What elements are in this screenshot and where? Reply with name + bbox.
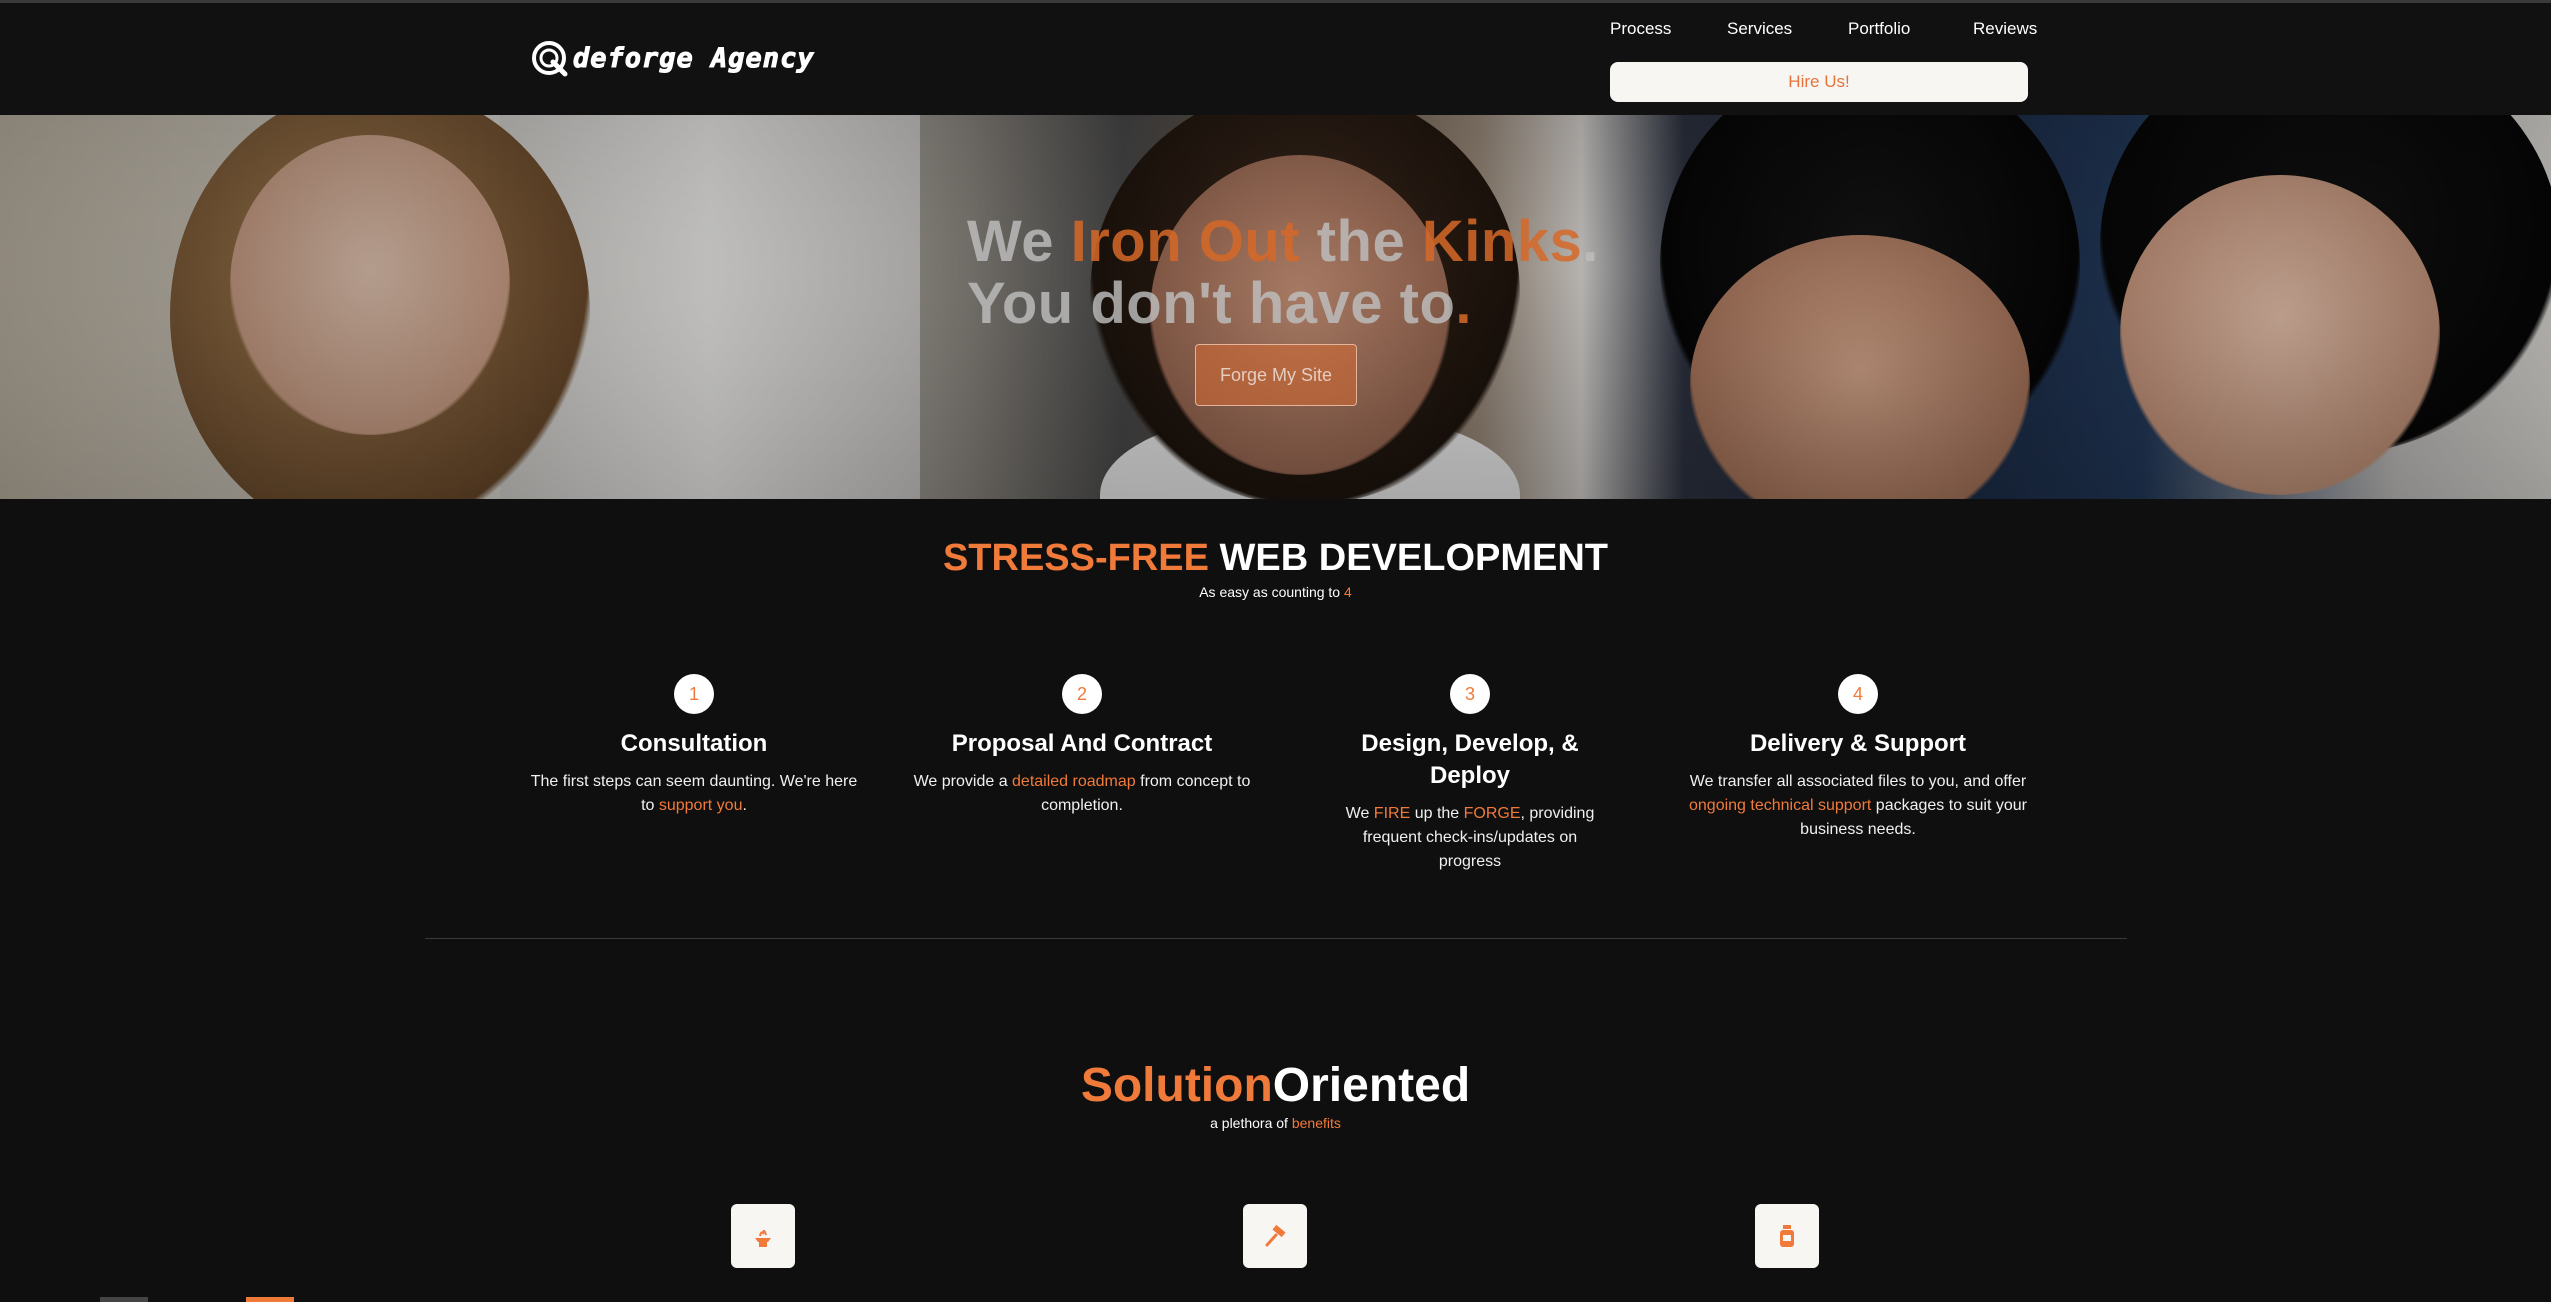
- step-desc-text: up the: [1410, 805, 1464, 822]
- hero-headline: We Iron Out the Kinks. You don't have to…: [967, 211, 1599, 335]
- nav-reviews[interactable]: Reviews: [1973, 19, 2053, 39]
- process-subtitle-accent: 4: [1343, 584, 1352, 600]
- nav-process[interactable]: Process: [1610, 19, 1690, 39]
- process-subtitle: As easy as counting to 4: [0, 584, 2551, 600]
- hero-text-accent: .: [1455, 271, 1473, 336]
- jar-icon-glyph: [1780, 1225, 1794, 1247]
- forge-icon-glyph: [755, 1229, 771, 1247]
- hero-text-accent: Iron Out: [1070, 209, 1301, 274]
- step-desc-text: .: [742, 797, 747, 814]
- process-title-rest: WEB DEVELOPMENT: [1209, 537, 1609, 579]
- section-divider: [425, 938, 2127, 939]
- step-desc-text: We: [1345, 805, 1374, 822]
- step-description: The first steps can seem daunting. We're…: [524, 770, 864, 818]
- step-desc-text: We provide a: [913, 773, 1013, 790]
- step-title: Design, Develop, & Deploy: [1361, 730, 1579, 789]
- hero-text: You don't have to: [967, 271, 1456, 336]
- forge-my-site-button[interactable]: Forge My Site: [1195, 344, 1357, 406]
- hero-text: .: [1582, 209, 1599, 274]
- step-desc-accent: ongoing technical support: [1689, 797, 1872, 814]
- hero-banner: We Iron Out the Kinks. You don't have to…: [0, 115, 2551, 499]
- step-desc-accent: support you: [658, 797, 743, 814]
- solutions-subtitle-accent: benefits: [1291, 1115, 1341, 1131]
- hero-text-accent: Kinks: [1421, 209, 1583, 274]
- nav-services[interactable]: Services: [1727, 19, 1807, 39]
- process-title-accent: STRESS-FREE: [942, 537, 1209, 579]
- solutions-title-accent: Solution: [1080, 1059, 1273, 1112]
- step-title: Consultation: [620, 730, 768, 757]
- step-number-badge: 2: [1062, 674, 1102, 714]
- step-number-badge: 3: [1450, 674, 1490, 714]
- process-step-consultation: 1 Consultation The first steps can seem …: [524, 674, 864, 818]
- step-title: Delivery & Support: [1749, 730, 1967, 757]
- process-step-delivery: 4 Delivery & Support We transfer all ass…: [1688, 674, 2028, 842]
- gear-logo-icon: [532, 41, 568, 77]
- hero-text: the: [1300, 209, 1422, 274]
- step-desc-text: We transfer all associated files to you,…: [1689, 773, 2027, 790]
- step-description: We transfer all associated files to you,…: [1688, 770, 2028, 842]
- jar-icon: [1755, 1204, 1819, 1268]
- process-step-proposal: 2 Proposal And Contract We provide a det…: [912, 674, 1252, 818]
- logo-text: deforge Agency: [573, 42, 815, 74]
- process-title: STRESS-FREE WEB DEVELOPMENT: [0, 537, 2551, 580]
- process-step-design: 3 Design, Develop, & Deploy We FIRE up t…: [1300, 674, 1640, 874]
- hire-us-button[interactable]: Hire Us!: [1610, 62, 2028, 102]
- hero-text: We: [967, 209, 1071, 274]
- step-number-badge: 1: [674, 674, 714, 714]
- solutions-subtitle-text: a plethora of: [1210, 1115, 1292, 1131]
- solutions-subtitle: a plethora of benefits: [0, 1115, 2551, 1131]
- step-number-badge: 4: [1838, 674, 1878, 714]
- hammer-icon: [1243, 1204, 1307, 1268]
- step-desc-accent: detailed roadmap: [1012, 773, 1136, 790]
- bottom-edge-element: [100, 1297, 148, 1302]
- hammer-icon-glyph: [1265, 1224, 1286, 1247]
- bottom-edge-element-accent: [246, 1297, 294, 1302]
- process-subtitle-text: As easy as counting to: [1199, 584, 1344, 600]
- forge-icon: [731, 1204, 795, 1268]
- step-title: Proposal And Contract: [951, 730, 1213, 757]
- logo[interactable]: deforge Agency: [531, 38, 815, 78]
- step-desc-accent: FIRE: [1373, 805, 1411, 822]
- step-desc-accent: FORGE: [1463, 805, 1521, 822]
- step-description: We provide a detailed roadmap from conce…: [912, 770, 1252, 818]
- step-description: We FIRE up the FORGE, providing frequent…: [1300, 802, 1640, 874]
- solutions-title-rest: Oriented: [1272, 1059, 1471, 1112]
- site-header: deforge Agency Process Services Portfoli…: [0, 3, 2551, 115]
- nav-portfolio[interactable]: Portfolio: [1848, 19, 1928, 39]
- solutions-title: SolutionOriented: [0, 1058, 2551, 1113]
